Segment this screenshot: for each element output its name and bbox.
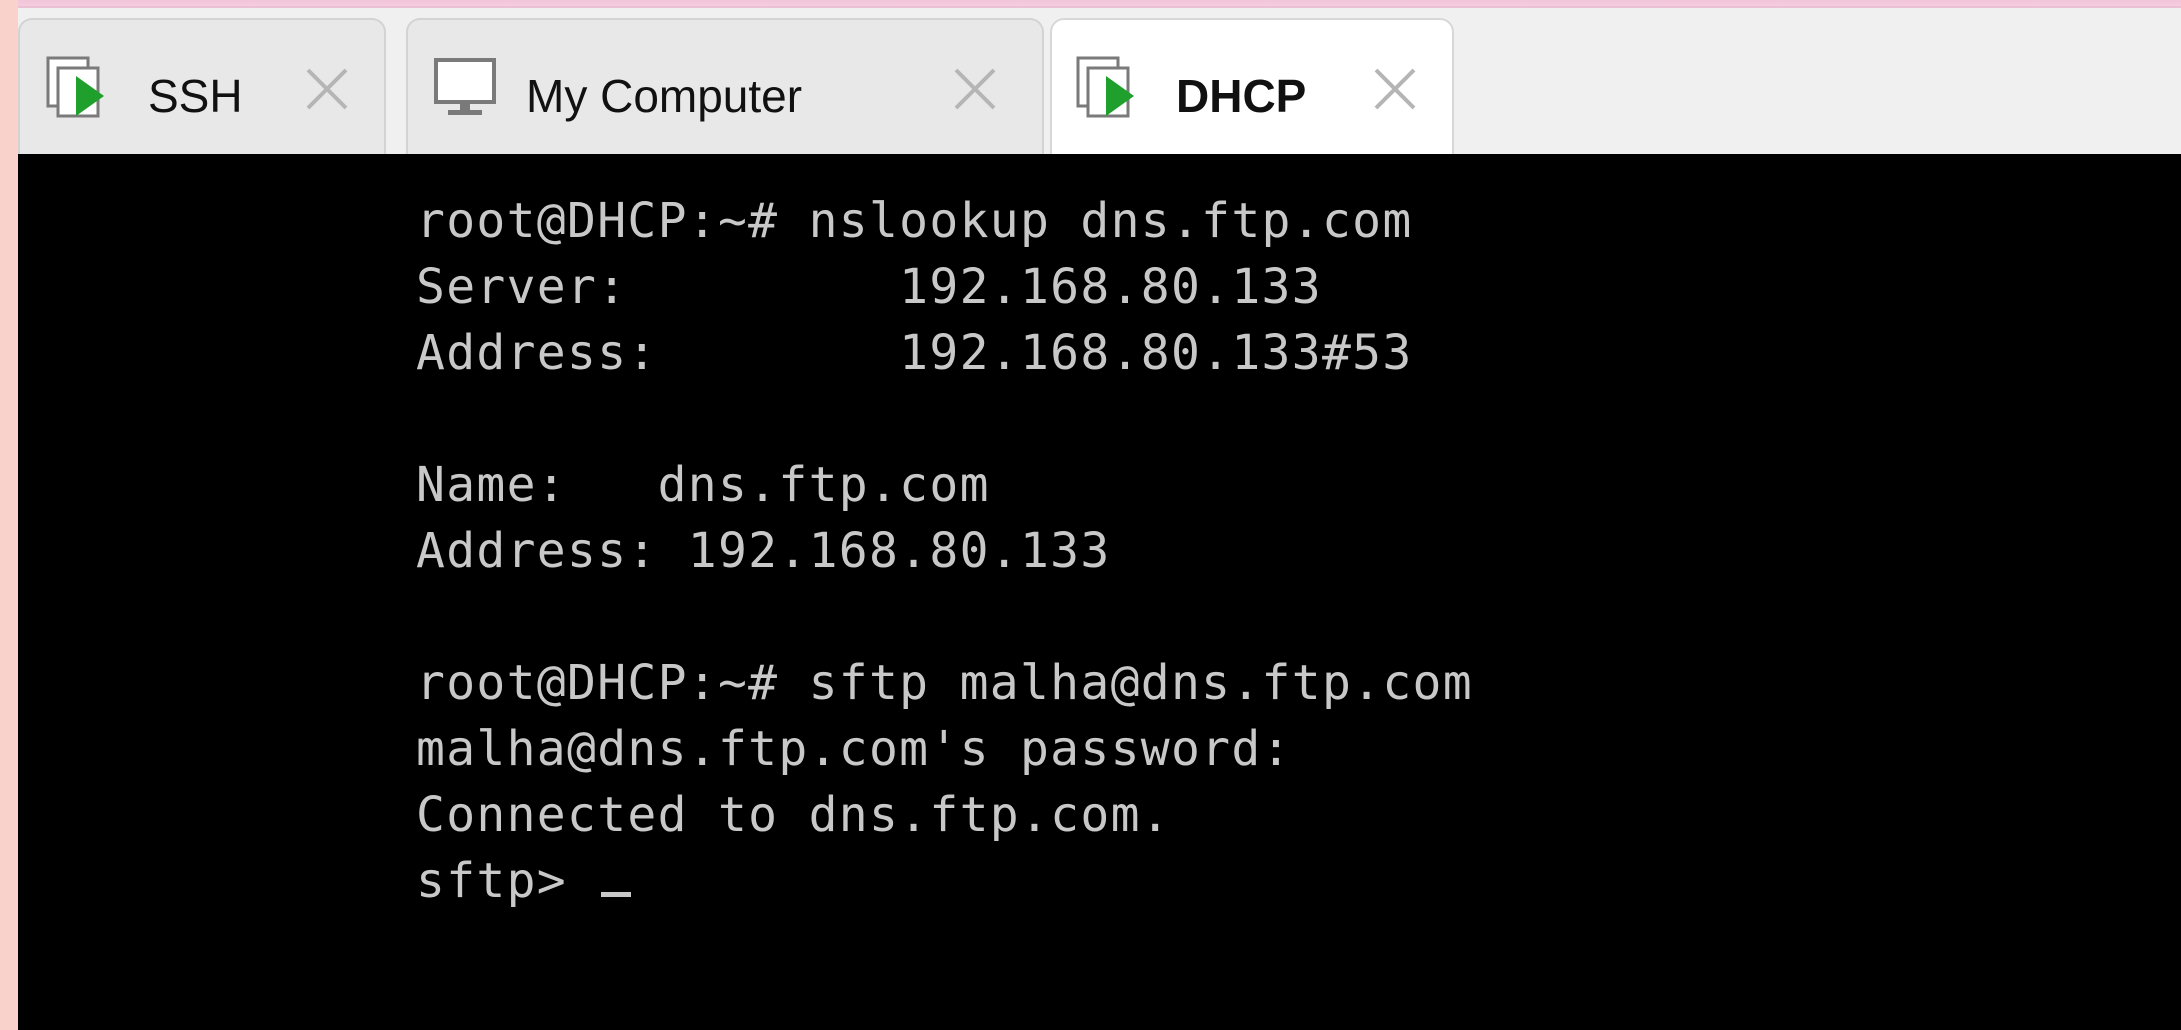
close-icon[interactable] — [1368, 62, 1422, 116]
tab-my-computer[interactable]: My Computer — [406, 18, 1044, 156]
tab-ssh[interactable]: SSH — [18, 18, 386, 156]
terminal-output: root@DHCP:~# nslookup dns.ftp.com Server… — [416, 188, 1473, 914]
tab-label: SSH — [148, 70, 243, 122]
terminal-line: Server: 192.168.80.133 — [416, 259, 1322, 315]
close-icon[interactable] — [300, 62, 354, 116]
app-window: SSH My Computer DHCP root@DHCP:~# nslook… — [0, 0, 2181, 1030]
terminal-line: root@DHCP:~# sftp malha@dns.ftp.com — [416, 655, 1473, 711]
tab-label: DHCP — [1176, 70, 1307, 122]
terminal-play-icon — [1076, 56, 1148, 122]
terminal-console[interactable]: root@DHCP:~# nslookup dns.ftp.com Server… — [18, 154, 2181, 1030]
terminal-line: root@DHCP:~# nslookup dns.ftp.com — [416, 193, 1413, 249]
terminal-prompt-line[interactable]: sftp> — [416, 848, 1473, 914]
tab-dhcp[interactable]: DHCP — [1050, 18, 1454, 156]
terminal-line: Address: 192.168.80.133 — [416, 523, 1111, 579]
terminal-line: Name: dns.ftp.com — [416, 457, 990, 513]
terminal-play-icon — [46, 56, 118, 122]
terminal-line: Connected to dns.ftp.com. — [416, 787, 1171, 843]
terminal-prompt: sftp> — [416, 853, 598, 909]
text-cursor — [601, 892, 632, 897]
tab-bar: SSH My Computer DHCP — [18, 6, 2181, 156]
monitor-icon — [432, 56, 504, 122]
close-icon[interactable] — [948, 62, 1002, 116]
tab-label: My Computer — [526, 70, 803, 122]
terminal-line: Address: 192.168.80.133#53 — [416, 325, 1413, 381]
terminal-line: malha@dns.ftp.com's password: — [416, 721, 1292, 777]
window-left-border — [0, 0, 18, 1030]
